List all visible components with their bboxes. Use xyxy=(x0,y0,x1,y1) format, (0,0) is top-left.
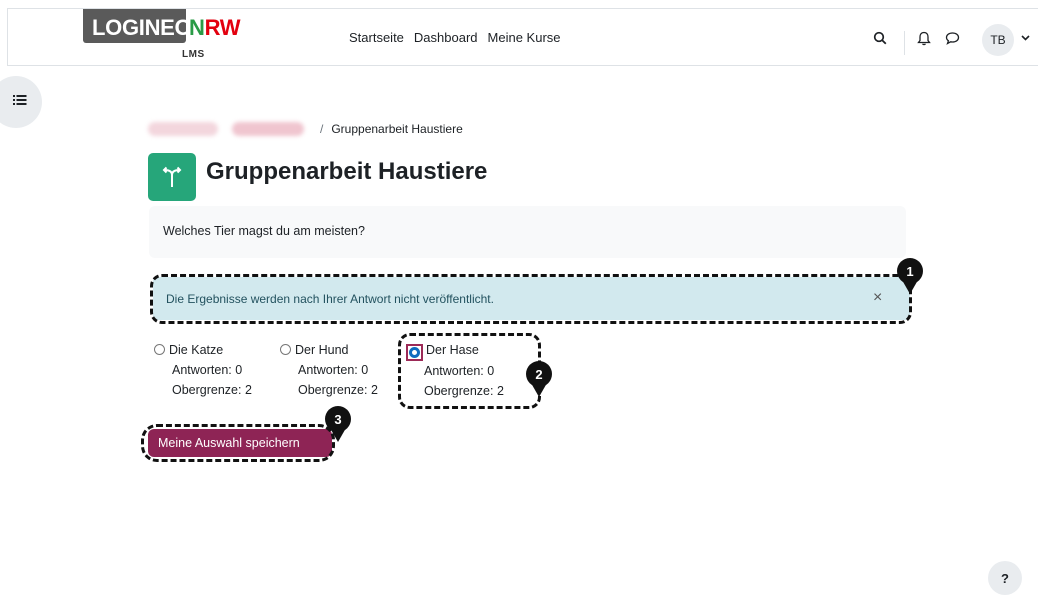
logo-text: LOGINEO xyxy=(92,15,192,40)
option-answers: Antworten: 0 xyxy=(298,363,369,377)
help-button[interactable]: ? xyxy=(988,561,1022,595)
chat-icon[interactable] xyxy=(943,29,961,47)
logo-sub: LMS xyxy=(182,49,205,60)
radio-hund[interactable] xyxy=(280,344,291,355)
logineo-logo[interactable]: LOGINEO NRW LMS xyxy=(83,9,259,65)
logo-box: LOGINEO xyxy=(83,9,192,43)
nav-divider xyxy=(904,31,905,55)
option-katze[interactable]: Die Katze Antworten: 0 Obergrenze: 2 xyxy=(154,340,252,400)
top-navbar: LOGINEO NRW LMS Startseite Dashboard Mei… xyxy=(7,8,1038,66)
marker-tail xyxy=(330,428,346,442)
marker-tail xyxy=(531,383,547,397)
primary-nav: Startseite Dashboard Meine Kurse xyxy=(349,30,561,45)
option-limit: Obergrenze: 2 xyxy=(172,383,252,397)
annotation-box-3 xyxy=(141,424,335,462)
chevron-down-icon[interactable] xyxy=(1021,33,1030,44)
question-text: Welches Tier magst du am meisten? xyxy=(163,224,365,238)
breadcrumb: / Gruppenarbeit Haustiere xyxy=(148,122,463,136)
option-answers: Antworten: 0 xyxy=(172,363,243,377)
breadcrumb-current: Gruppenarbeit Haustiere xyxy=(331,122,463,136)
bell-icon[interactable] xyxy=(915,29,933,47)
frame-top xyxy=(0,0,1038,8)
logo-text-nrw: NRW xyxy=(189,15,241,41)
user-avatar[interactable]: TB xyxy=(982,24,1014,56)
question-box: Welches Tier magst du am meisten? xyxy=(149,206,906,258)
breadcrumb-separator: / xyxy=(320,122,324,136)
choice-icon xyxy=(148,153,196,201)
option-label[interactable]: Der Hund xyxy=(295,343,349,357)
nav-dashboard-link[interactable]: Dashboard xyxy=(414,30,478,45)
list-icon xyxy=(13,93,27,111)
course-index-toggle[interactable] xyxy=(0,76,42,128)
annotation-box-2 xyxy=(398,333,541,409)
option-limit: Obergrenze: 2 xyxy=(298,383,378,397)
nav-courses-link[interactable]: Meine Kurse xyxy=(488,30,561,45)
radio-katze[interactable] xyxy=(154,344,165,355)
search-icon[interactable] xyxy=(871,29,889,47)
logo-n: N xyxy=(189,15,205,40)
breadcrumb-course-blurred[interactable] xyxy=(148,122,218,136)
page-title: Gruppenarbeit Haustiere xyxy=(206,158,488,185)
logo-rw: RW xyxy=(204,15,241,40)
option-hund[interactable]: Der Hund Antworten: 0 Obergrenze: 2 xyxy=(280,340,378,400)
option-label[interactable]: Die Katze xyxy=(169,343,223,357)
marker-tail xyxy=(902,280,918,294)
nav-home-link[interactable]: Startseite xyxy=(349,30,404,45)
annotation-box-1 xyxy=(150,274,912,324)
breadcrumb-section-blurred[interactable] xyxy=(232,122,304,136)
